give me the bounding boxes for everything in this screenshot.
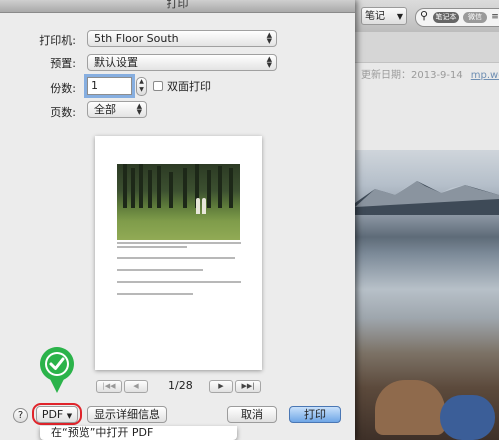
preview-figure (196, 198, 200, 214)
prev-page-icon[interactable]: ◀ (124, 380, 148, 393)
pdf-dropdown-menu: 在“预览”中打开 PDF (40, 426, 237, 440)
preview-text-line (117, 257, 235, 259)
search-chip-wechat[interactable]: 微信 (463, 12, 487, 23)
duplex-checkbox[interactable] (153, 81, 163, 91)
background-app-window: 笔记 ▼ ⚲ 笔记本 微信 ≡ 更新日期：2013-9-14 mp.weixin (355, 0, 499, 440)
preview-text-line (117, 242, 241, 244)
stepper-arrows-icon: ▲ ▼ (266, 31, 272, 45)
search-chip-notebook[interactable]: 笔记本 (433, 12, 459, 23)
photo-shoe-shape (440, 395, 495, 440)
pages-label: 页数: (50, 106, 76, 119)
presets-select-value: 默认设置 (94, 56, 138, 69)
preview-text-line (117, 246, 187, 248)
notebook-button[interactable]: 笔记 ▼ (361, 7, 407, 25)
stepper-arrows-icon: ▲ ▼ (266, 55, 272, 69)
presets-label: 预置: (50, 57, 76, 70)
cancel-button[interactable]: 取消 (227, 406, 277, 423)
article-source-link[interactable]: mp.weixin (471, 70, 499, 81)
pages-select-value: 全部 (94, 103, 116, 116)
search-chip-more[interactable]: ≡ (490, 12, 499, 23)
print-dialog: 打印 打印机: 5th Floor South ▲ ▼ 预置: 默认设置 ▲ ▼ 份… (0, 0, 355, 440)
first-page-icon[interactable]: |◀◀ (96, 380, 122, 393)
pdf-highlight-ring (32, 403, 82, 425)
copies-stepper[interactable]: ▲ ▼ (136, 77, 147, 96)
preview-text-line (117, 293, 193, 295)
show-details-button[interactable]: 显示详细信息 (87, 406, 167, 423)
preview-text-line (117, 269, 203, 271)
search-field[interactable]: ⚲ 笔记本 微信 ≡ (415, 8, 499, 27)
preview-photo (117, 164, 240, 240)
stepper-arrows-icon: ▲ ▼ (136, 102, 142, 116)
background-toolbar: 笔记 ▼ ⚲ 笔记本 微信 ≡ (355, 0, 499, 33)
open-pdf-in-preview-item[interactable]: 在“预览”中打开 PDF (51, 426, 153, 440)
mountain-shape (355, 181, 499, 215)
search-icon: ⚲ (420, 9, 429, 22)
help-button[interactable]: ? (13, 408, 28, 423)
dialog-title: 打印 (166, 0, 189, 10)
article-meta: 更新日期：2013-9-14 mp.weixin (361, 66, 499, 81)
presets-select[interactable]: 默认设置 ▲ ▼ (87, 54, 277, 71)
next-page-icon[interactable]: ▶ (209, 380, 233, 393)
copies-field[interactable]: 1 (87, 77, 132, 95)
page-indicator: 1/28 (168, 379, 193, 392)
background-header-strip (355, 32, 499, 63)
printer-label: 打印机: (39, 34, 76, 47)
article-updated-date: 更新日期：2013-9-14 (361, 70, 463, 81)
duplex-label[interactable]: 双面打印 (167, 78, 211, 94)
preview-text-line (117, 281, 241, 283)
dialog-titlebar: 打印 (0, 0, 355, 13)
printer-select-value: 5th Floor South (94, 32, 179, 45)
print-preview-page (95, 136, 262, 370)
green-check-callout-icon (39, 347, 74, 393)
photo-leg-shape (375, 380, 445, 435)
notebook-button-label: 笔记 (365, 11, 385, 22)
chevron-down-icon: ▼ (396, 12, 403, 21)
pages-select[interactable]: 全部 ▲ ▼ (87, 101, 147, 118)
last-page-icon[interactable]: ▶▶| (235, 380, 261, 393)
print-button[interactable]: 打印 (289, 406, 341, 423)
article-photo (355, 150, 499, 440)
preview-figure (202, 198, 206, 214)
copies-label: 份数: (50, 82, 76, 95)
printer-select[interactable]: 5th Floor South ▲ ▼ (87, 30, 277, 47)
